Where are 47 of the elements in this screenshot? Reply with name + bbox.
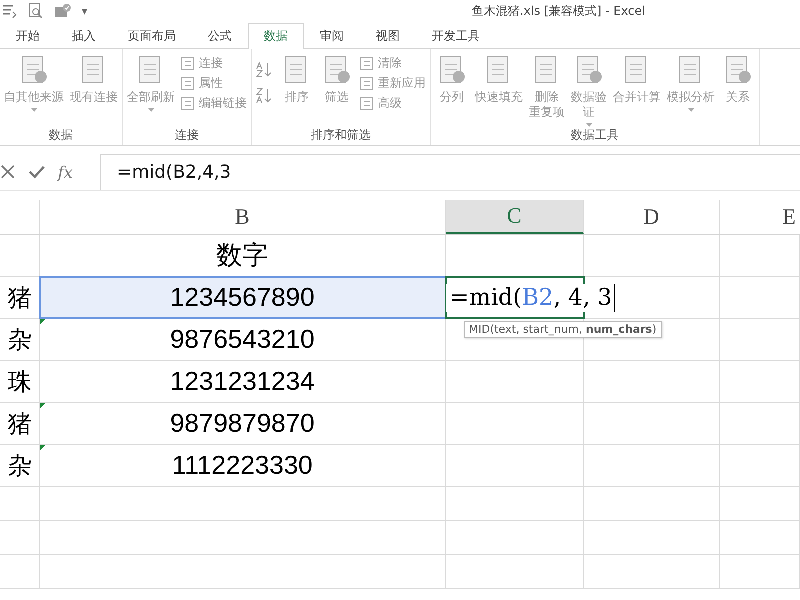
dropdown-arrow-icon [30, 108, 38, 112]
function-tooltip: MID(text, start_num, num_chars) [464, 321, 662, 338]
ribbon-tab[interactable]: 审阅 [304, 23, 360, 48]
table-cell-text: 珠 [8, 366, 32, 398]
insert-function-button[interactable]: fx [58, 162, 73, 182]
ribbon-tab[interactable]: 视图 [360, 23, 416, 48]
check-icon[interactable] [54, 3, 72, 19]
window-title: 鱼木混猪.xls [兼容模式] - Excel [472, 2, 646, 20]
dropdown-arrow-icon [148, 108, 154, 112]
table-cell: 9879879870 [40, 403, 446, 444]
group-label: 连接 [174, 127, 200, 144]
ribbon-tab[interactable]: 数据 [248, 23, 304, 49]
ribbon-tab[interactable]: 开发工具 [416, 23, 496, 48]
dropdown-arrow-icon [688, 108, 694, 112]
table-cell: 1234567890 [40, 277, 446, 318]
table-cell-text: 杂 [8, 450, 32, 482]
column-header[interactable]: E [720, 200, 800, 234]
table-cell: 1112223330 [40, 445, 446, 486]
ribbon-tab[interactable]: 页面布局 [112, 23, 192, 48]
list-icon [360, 56, 374, 70]
sort-ascending-icon[interactable] [256, 61, 274, 79]
table-cell: 1231231234 [40, 361, 446, 402]
ribbon-tab[interactable]: 插入 [56, 23, 112, 48]
table-cell: 9876543210 [40, 319, 446, 360]
list-icon [181, 56, 195, 70]
dropdown-arrow-icon [586, 123, 592, 127]
list-icon [360, 76, 374, 90]
column-header[interactable]: D [584, 200, 720, 234]
table-cell-text: 猪 [8, 282, 32, 314]
list-icon [181, 96, 195, 110]
sort-descending-icon[interactable] [256, 87, 274, 105]
list-icon [181, 76, 195, 90]
ribbon-tab[interactable]: 开始 [0, 23, 56, 48]
list-icon [360, 96, 374, 110]
group-label: 排序和筛选 [310, 127, 372, 144]
confirm-icon[interactable] [28, 164, 46, 180]
group-label: 数据工具 [570, 127, 620, 144]
column-header[interactable]: C [446, 200, 584, 234]
cancel-icon[interactable] [0, 164, 16, 180]
print-preview-icon[interactable] [28, 3, 44, 19]
table-cell-text: 猪 [8, 408, 32, 440]
group-label: 数据 [48, 127, 74, 144]
table-cell-text: 杂 [8, 324, 32, 356]
ribbon-tab[interactable]: 公式 [192, 23, 248, 48]
formula-input[interactable]: =mid(B2,4,3 [101, 154, 800, 190]
cell-formula-input[interactable]: =mid(B2, 4, 3 [446, 284, 616, 312]
customize-toolbar-button[interactable]: ▾ [82, 4, 88, 18]
